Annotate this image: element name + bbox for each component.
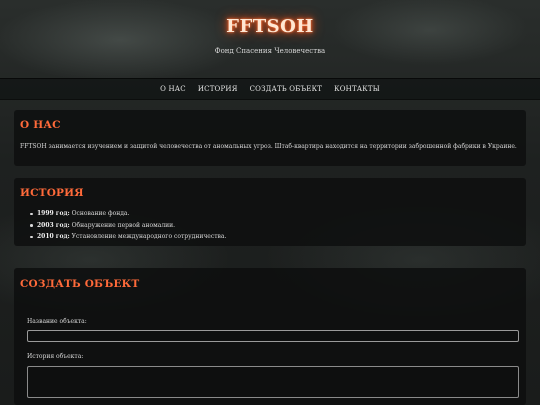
object-history-textarea[interactable]: [27, 366, 519, 398]
history-item: 1999 год: Основание фонда.: [30, 208, 226, 220]
object-name-input[interactable]: [27, 330, 519, 342]
create-object-title: СОЗДАТЬ ОБЪЕКТ: [20, 278, 140, 290]
site-title: FFTSOH: [226, 16, 314, 37]
history-text: Основание фонда.: [71, 210, 130, 217]
about-title: О НАС: [20, 119, 61, 131]
create-object-section: СОЗДАТЬ ОБЪЕКТ Название объекта: История…: [14, 268, 526, 405]
history-list: 1999 год: Основание фонда. 2003 год: Обн…: [30, 208, 226, 243]
history-year: 1999 год:: [37, 210, 70, 217]
object-history-label: История объекта:: [27, 353, 84, 360]
nav-item-about[interactable]: О НАС: [160, 79, 186, 99]
nav-item-contacts[interactable]: КОНТАКТЫ: [334, 79, 380, 99]
nav-item-history[interactable]: ИСТОРИЯ: [198, 79, 238, 99]
history-item: 2003 год: Обнаружение первой аномалии.: [30, 220, 226, 232]
history-title: ИСТОРИЯ: [20, 187, 84, 199]
site-subtitle: Фонд Спасения Человечества: [214, 47, 326, 55]
site-header: FFTSOH Фонд Спасения Человечества: [0, 0, 540, 78]
object-name-label: Название объекта:: [27, 318, 87, 325]
page: FFTSOH Фонд Спасения Человечества О НАС …: [0, 0, 540, 405]
history-section: ИСТОРИЯ 1999 год: Основание фонда. 2003 …: [14, 178, 526, 246]
about-section: О НАС FFTSOH занимается изучением и защи…: [14, 110, 526, 166]
main-nav: О НАС ИСТОРИЯ СОЗДАТЬ ОБЪЕКТ КОНТАКТЫ: [0, 78, 540, 100]
history-item: 2010 год: Установление международного со…: [30, 231, 226, 243]
history-year: 2010 год:: [37, 233, 70, 240]
history-text: Установление международного сотрудничест…: [71, 233, 227, 240]
history-text: Обнаружение первой аномалии.: [71, 221, 176, 229]
nav-item-create-object[interactable]: СОЗДАТЬ ОБЪЕКТ: [250, 79, 323, 99]
history-year: 2003 год:: [37, 221, 70, 229]
about-text: FFTSOH занимается изучением и защитой че…: [20, 143, 517, 150]
